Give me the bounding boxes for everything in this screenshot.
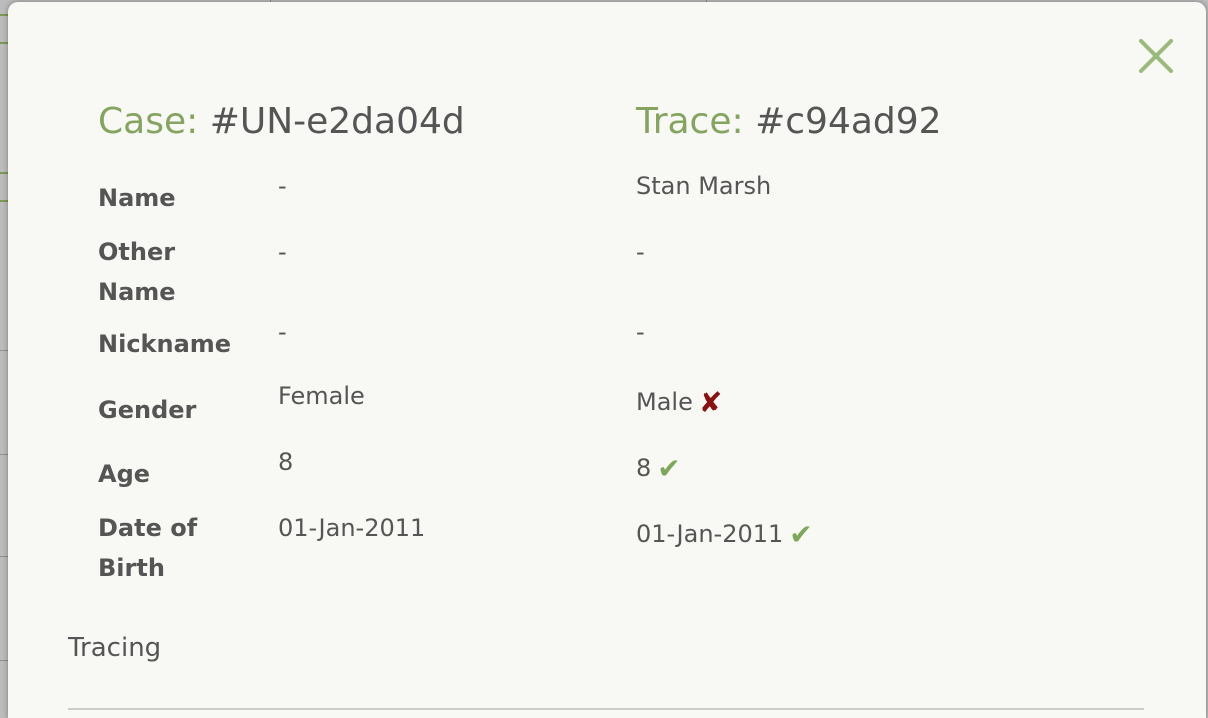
section-divider <box>68 708 1144 710</box>
case-other-name-value: - <box>278 238 287 266</box>
tracing-section-label: Tracing <box>68 633 162 663</box>
trace-age-value: 8 <box>636 454 652 482</box>
trace-match-modal: Case: #UN-e2da04d Trace: #c94ad92 Name -… <box>8 2 1206 718</box>
case-name-value: - <box>278 172 287 200</box>
trace-age-cell: 8 ✔ <box>636 448 681 489</box>
gender-label: Gender <box>98 396 197 424</box>
x-mark-icon: ✘ <box>698 386 723 419</box>
age-label: Age <box>98 460 151 488</box>
close-icon[interactable] <box>1136 36 1176 76</box>
nickname-label: Nickname <box>98 330 232 358</box>
check-mark-icon: ✔ <box>657 452 681 485</box>
trace-dob-value: 01-Jan-2011 <box>636 520 784 548</box>
case-gender-value: Female <box>278 382 365 410</box>
trace-id: #c94ad92 <box>755 101 942 142</box>
trace-title-prefix: Trace: <box>636 101 744 142</box>
case-age-value: 8 <box>278 448 294 476</box>
name-label: Name <box>98 184 176 212</box>
trace-gender-cell: Male ✘ <box>636 382 722 423</box>
trace-dob-cell: 01-Jan-2011 ✔ <box>636 514 813 555</box>
case-dob-value: 01-Jan-2011 <box>278 514 426 542</box>
background-green-element <box>0 172 8 202</box>
dob-label: Date of Birth <box>98 514 198 582</box>
trace-title: Trace: #c94ad92 <box>636 98 942 146</box>
trace-gender-value: Male <box>636 388 693 416</box>
trace-other-name-value: - <box>636 238 645 266</box>
trace-nickname-value: - <box>636 318 645 346</box>
check-mark-icon: ✔ <box>789 518 813 551</box>
other-name-label: Other Name <box>98 238 176 306</box>
trace-name-value: Stan Marsh <box>636 172 772 200</box>
case-title: Case: #UN-e2da04d <box>98 98 465 146</box>
background-green-element <box>0 14 8 44</box>
case-nickname-value: - <box>278 318 287 346</box>
case-id: #UN-e2da04d <box>209 101 465 142</box>
case-title-prefix: Case: <box>98 101 199 142</box>
